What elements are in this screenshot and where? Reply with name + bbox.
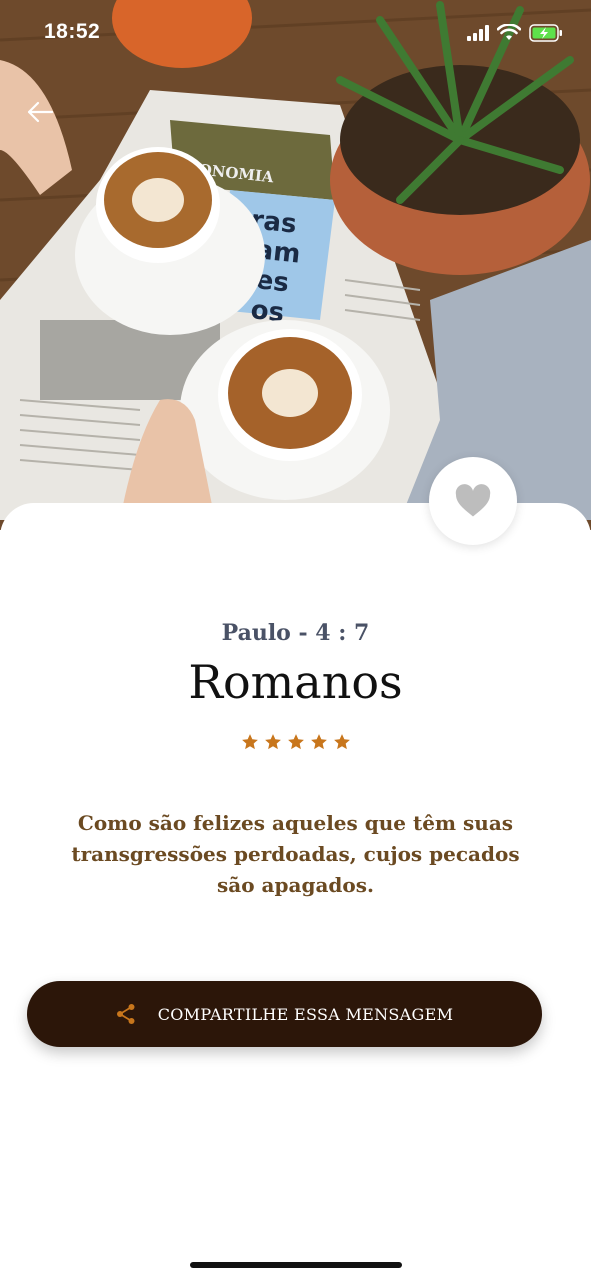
heart-icon [455,484,491,517]
star-icon [310,734,327,750]
share-button-label: COMPARTILHE ESSA MENSAGEM [157,1004,454,1024]
share-message-button[interactable]: COMPARTILHE ESSA MENSAGEM [27,981,542,1047]
status-bar: 18:52 [0,0,591,70]
verse-reference: Paulo - 4 : 7 [221,620,370,646]
verse-text: Como são felizes aqueles que têm suas tr… [71,811,520,897]
star-icon [333,734,350,750]
status-time: 18:52 [44,20,101,43]
star-icon [264,734,281,750]
rating-stars [0,733,591,751]
star-icon [241,734,258,750]
share-icon [116,1004,135,1024]
back-button[interactable] [20,92,60,132]
arrow-left-icon [27,101,54,123]
book-title: Romanos [188,655,403,709]
hero-photo: ECONOMIA ras am es os [0,0,591,530]
status-icons [467,24,563,42]
battery-charging-icon [529,24,562,42]
hero-illustration: ECONOMIA ras am es os [0,0,591,530]
favorite-button[interactable] [429,457,517,545]
star-icon [287,734,304,750]
home-indicator[interactable] [190,1262,402,1268]
wifi-icon [497,24,521,40]
cellular-signal-icon [467,25,489,41]
